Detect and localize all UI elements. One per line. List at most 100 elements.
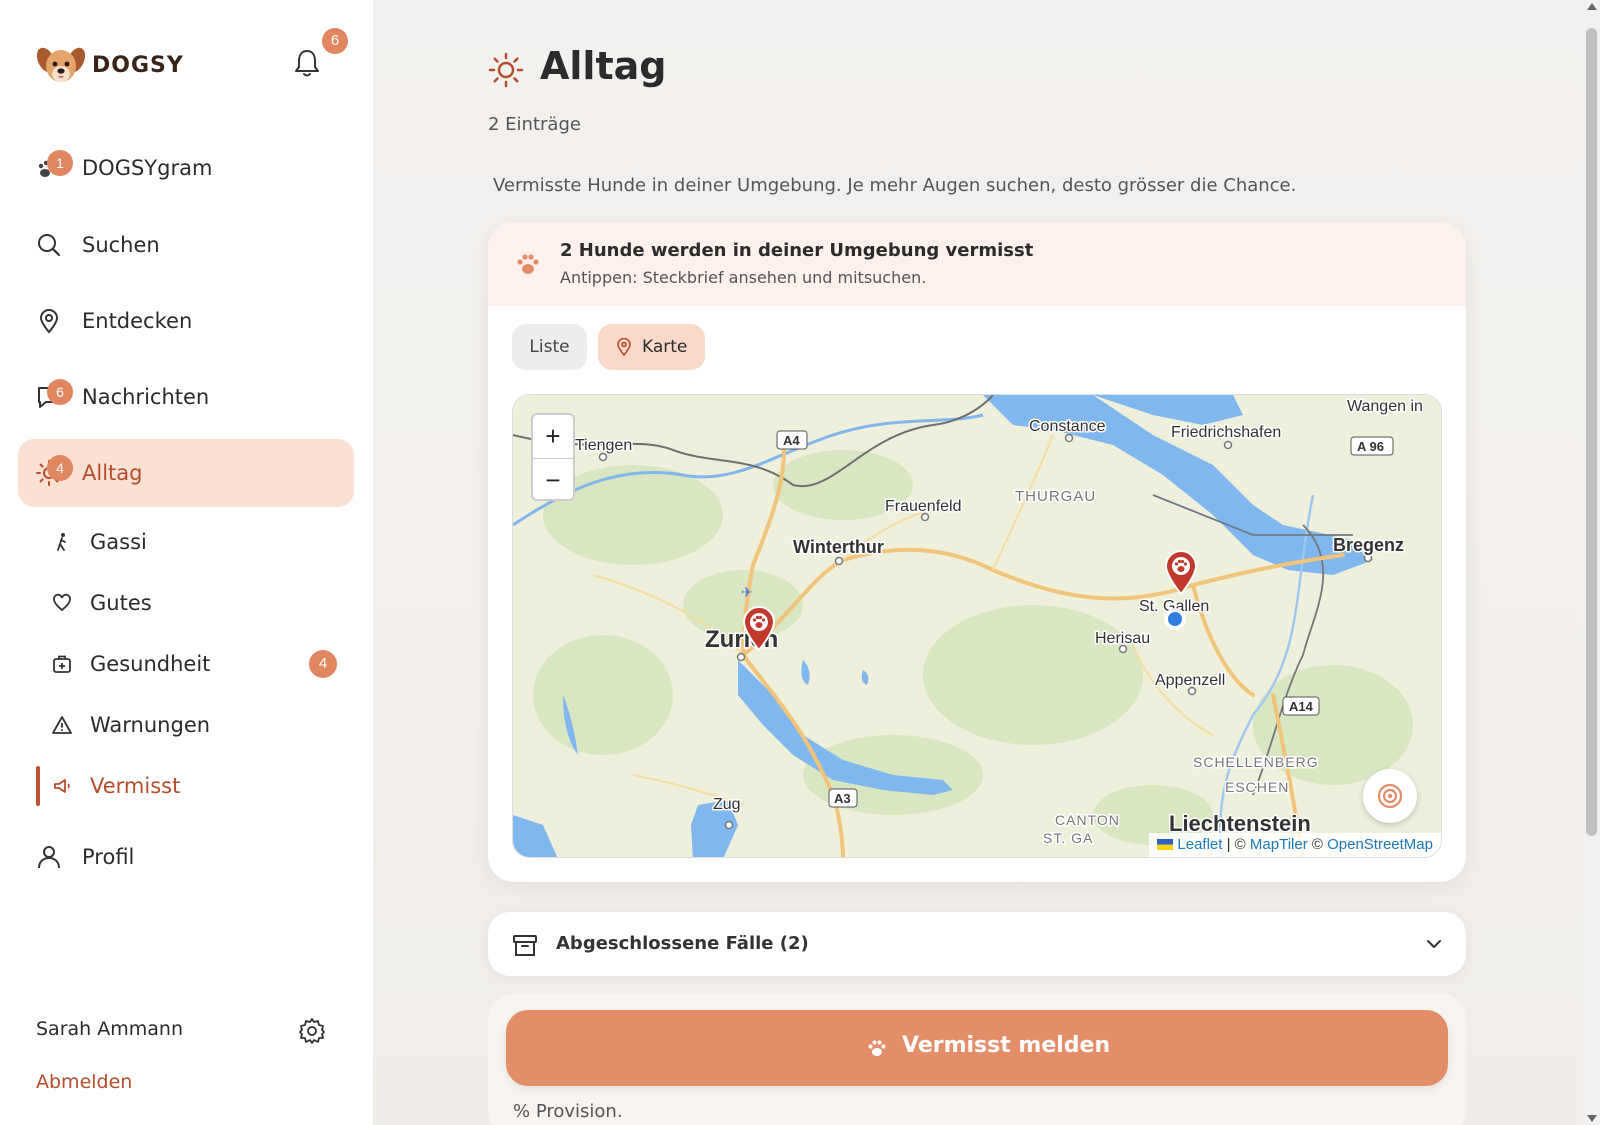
dog-logo-icon [36, 47, 86, 82]
map-label-appenzell: Appenzell [1155, 672, 1225, 689]
leaflet-link[interactable]: Leaflet [1177, 836, 1222, 853]
alltag-badge: 4 [47, 455, 73, 481]
sidebar-subitem-label: Gassi [90, 530, 147, 554]
app-name: DOGSY [92, 52, 184, 78]
sidebar-item-label: Alltag [82, 461, 143, 485]
sidebar-item-profil[interactable]: Profil [18, 823, 354, 891]
user-location-dot [1168, 612, 1182, 626]
openstreetmap-link[interactable]: OpenStreetMap [1327, 836, 1433, 853]
user-name: Sarah Ammann [36, 1018, 183, 1040]
logout-link[interactable]: Abmelden [36, 1071, 132, 1093]
page-title: Alltag [540, 44, 667, 88]
locate-me-button[interactable] [1363, 769, 1417, 823]
road-shield-a96: A 96 [1357, 439, 1384, 454]
paw-icon [868, 1040, 886, 1056]
bell-icon[interactable] [294, 48, 320, 78]
missing-dog-marker[interactable] [741, 605, 777, 651]
map-label-schellenberg: SCHELLENBERG [1193, 754, 1319, 770]
attribution-separator: | © [1222, 836, 1250, 853]
report-missing-button[interactable]: Vermisst melden [506, 1010, 1448, 1086]
map-label-bregenz: Bregenz [1333, 535, 1404, 555]
sidebar-subitem-warnungen[interactable]: Warnungen [36, 702, 354, 748]
main-content: Alltag 2 Einträge Vermisste Hunde in dei… [373, 0, 1583, 1125]
sidebar-item-entdecken[interactable]: Entdecken [18, 287, 354, 355]
map-label-st-ga: ST. GA [1043, 830, 1093, 846]
map-view[interactable]: Tiengen Constance Friedrichshafen Wangen… [512, 394, 1442, 858]
nachrichten-badge: 6 [47, 379, 73, 405]
sidebar: DOGSY 6 1 DOGSYgram Suchen Entdecken 6 N… [0, 0, 373, 1125]
map-label-canton: CANTON [1055, 812, 1120, 828]
closed-cases-accordion[interactable]: Abgeschlossene Fälle (2) [488, 912, 1466, 976]
ukraine-flag-icon [1157, 839, 1174, 850]
map-label-winterthur: Winterthur [793, 537, 884, 557]
missing-alert-banner[interactable]: 2 Hunde werden in deiner Umgebung vermis… [488, 222, 1466, 306]
sun-icon [488, 52, 524, 88]
alert-title: 2 Hunde werden in deiner Umgebung vermis… [560, 240, 1034, 261]
scroll-up-arrow-icon[interactable] [1587, 3, 1597, 10]
sidebar-item-dogsygram[interactable]: 1 DOGSYgram [18, 134, 354, 202]
sidebar-subitem-gesundheit[interactable]: Gesundheit 4 [36, 641, 354, 687]
sidebar-subitem-vermisst[interactable]: Vermisst [36, 763, 354, 809]
search-icon [38, 234, 61, 257]
road-shield-a4: A4 [783, 433, 800, 448]
sidebar-item-nachrichten[interactable]: 6 Nachrichten [18, 363, 354, 431]
zoom-out-button[interactable]: − [533, 459, 573, 499]
map-label-herisau: Herisau [1095, 630, 1150, 647]
location-pin-icon [617, 338, 631, 356]
entries-count: 2 Einträge [488, 114, 581, 135]
tab-karte-label: Karte [642, 337, 688, 357]
sidebar-subitem-label: Warnungen [90, 713, 211, 737]
gear-icon[interactable] [298, 1017, 326, 1045]
user-icon [38, 846, 60, 869]
map-label-tiengen: Tiengen [575, 437, 632, 454]
target-icon [1377, 783, 1403, 809]
sidebar-item-label: Profil [82, 845, 135, 869]
walking-icon [57, 533, 66, 551]
provision-text: % Provision. [513, 1101, 623, 1122]
map-label-constance: Constance [1029, 418, 1106, 435]
map-label-thurgau: THURGAU [1015, 488, 1096, 505]
sidebar-item-label: DOGSYgram [82, 156, 213, 180]
medical-kit-icon [53, 655, 71, 673]
zoom-control: + − [531, 413, 575, 501]
paw-icon [517, 254, 539, 274]
closed-cases-label: Abgeschlossene Fälle (2) [556, 933, 809, 954]
sidebar-subitem-label: Gesundheit [90, 652, 211, 676]
missing-dogs-card: 2 Hunde werden in deiner Umgebung vermis… [488, 222, 1466, 882]
report-button-label: Vermisst melden [902, 1033, 1111, 1058]
intro-text: Vermisste Hunde in deiner Umgebung. Je m… [493, 175, 1297, 196]
missing-dog-marker[interactable] [1163, 549, 1199, 595]
sidebar-item-label: Suchen [82, 233, 160, 257]
map-label-wangen: Wangen in [1347, 398, 1423, 415]
notification-badge: 6 [322, 28, 348, 54]
dogsygram-badge: 1 [47, 150, 73, 176]
sidebar-subitem-gassi[interactable]: Gassi [36, 519, 354, 565]
maptiler-link[interactable]: MapTiler [1250, 836, 1308, 853]
heart-icon [53, 593, 71, 612]
scrollbar-thumb[interactable] [1586, 28, 1597, 836]
tab-karte[interactable]: Karte [598, 324, 705, 370]
warning-icon [52, 716, 72, 734]
road-shield-a14: A14 [1289, 699, 1314, 714]
map-tiles: Tiengen Constance Friedrichshafen Wangen… [513, 395, 1441, 857]
sidebar-item-suchen[interactable]: Suchen [18, 211, 354, 279]
app-logo[interactable]: DOGSY [36, 42, 184, 88]
road-shield-a3: A3 [834, 791, 851, 806]
map-label-zug: Zug [713, 796, 741, 813]
sidebar-subitem-gutes[interactable]: Gutes [36, 580, 354, 626]
gesundheit-badge: 4 [309, 650, 337, 678]
sidebar-subitem-label: Gutes [90, 591, 152, 615]
airport-icon: ✈ [741, 585, 753, 601]
page-scrollbar[interactable] [1583, 0, 1600, 1125]
chevron-down-icon [1427, 940, 1441, 948]
map-label-frauenfeld: Frauenfeld [885, 498, 962, 515]
sidebar-item-label: Entdecken [82, 309, 193, 333]
sidebar-item-alltag[interactable]: 4 Alltag [18, 439, 354, 507]
scroll-down-arrow-icon[interactable] [1587, 1115, 1597, 1122]
megaphone-icon [54, 779, 70, 793]
map-label-friedrichshafen: Friedrichshafen [1171, 424, 1281, 441]
zoom-in-button[interactable]: + [533, 415, 573, 459]
sidebar-item-label: Nachrichten [82, 385, 210, 409]
tab-liste[interactable]: Liste [512, 324, 587, 370]
location-pin-icon [39, 309, 59, 334]
